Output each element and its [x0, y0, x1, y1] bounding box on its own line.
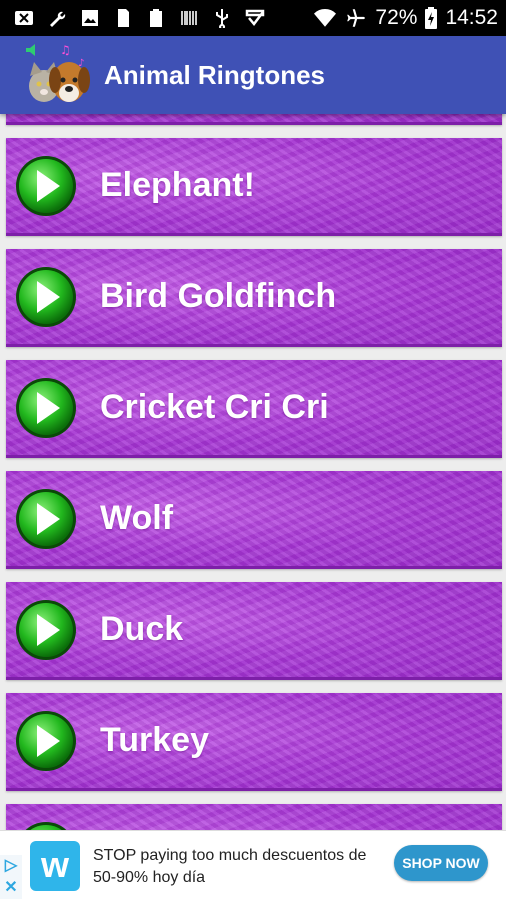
list-item-elephant[interactable]: Elephant! [6, 138, 502, 236]
cat-dog-app-icon[interactable]: ♫ ♪ [22, 40, 92, 110]
battery-percent: 72% [375, 6, 418, 29]
play-icon[interactable] [14, 154, 78, 218]
wish-logo-icon[interactable]: w [30, 841, 80, 891]
wrench-icon [50, 11, 66, 27]
ad-info-icon[interactable]: ▷ [0, 855, 22, 877]
sd-card-icon [118, 9, 129, 27]
list-item-label: Wolf [100, 499, 174, 537]
list-item-label: Duck [100, 610, 184, 648]
download-check-icon [245, 9, 265, 27]
list-item-cricket[interactable]: Cricket Cri Cri [6, 360, 502, 458]
list-item[interactable] [6, 114, 502, 125]
svg-text:♫: ♫ [60, 43, 71, 57]
list-item-label: Turkey [100, 721, 209, 759]
ad-text[interactable]: STOP paying too much descuentos de 50-90… [93, 845, 393, 889]
app-bar: ♫ ♪ Animal Ringtones [0, 36, 506, 114]
system-status: 72% 14:52 [313, 6, 498, 30]
status-bar: 72% 14:52 [0, 0, 506, 36]
play-icon[interactable] [14, 376, 78, 440]
notification-icons [14, 8, 265, 28]
list-item-duck[interactable]: Duck [6, 582, 502, 680]
clipboard-icon [150, 9, 162, 27]
play-icon[interactable] [14, 598, 78, 662]
list-item[interactable] [6, 804, 502, 830]
usb-icon [216, 9, 228, 28]
list-item-bird-goldfinch[interactable]: Bird Goldfinch [6, 249, 502, 347]
airplane-icon [347, 9, 366, 27]
list-item-label: Bird Goldfinch [100, 277, 337, 315]
ringtone-list[interactable]: Elephant! Bird Goldfinch Cricket Cri Cri… [0, 114, 506, 830]
play-icon[interactable] [14, 487, 78, 551]
ad-badges: ▷ ✕ [0, 855, 22, 901]
image-icon [82, 10, 98, 26]
play-icon[interactable] [14, 709, 78, 773]
play-icon[interactable] [14, 820, 78, 831]
ad-banner[interactable]: ▷ ✕ w STOP paying too much descuentos de… [0, 830, 506, 901]
list-item-label: Cricket Cri Cri [100, 388, 329, 426]
close-box-icon [15, 11, 33, 25]
ad-close-icon[interactable]: ✕ [0, 877, 22, 899]
shop-now-button[interactable]: SHOP NOW [394, 845, 488, 881]
clock: 14:52 [445, 6, 498, 29]
list-item-label: Elephant! [100, 166, 255, 204]
list-item-wolf[interactable]: Wolf [6, 471, 502, 569]
barcode-icon [181, 11, 197, 25]
play-icon[interactable] [14, 265, 78, 329]
list-item-turkey[interactable]: Turkey [6, 693, 502, 791]
app-title: Animal Ringtones [104, 59, 326, 90]
wifi-icon [314, 8, 337, 27]
battery-charging-icon [425, 7, 438, 29]
